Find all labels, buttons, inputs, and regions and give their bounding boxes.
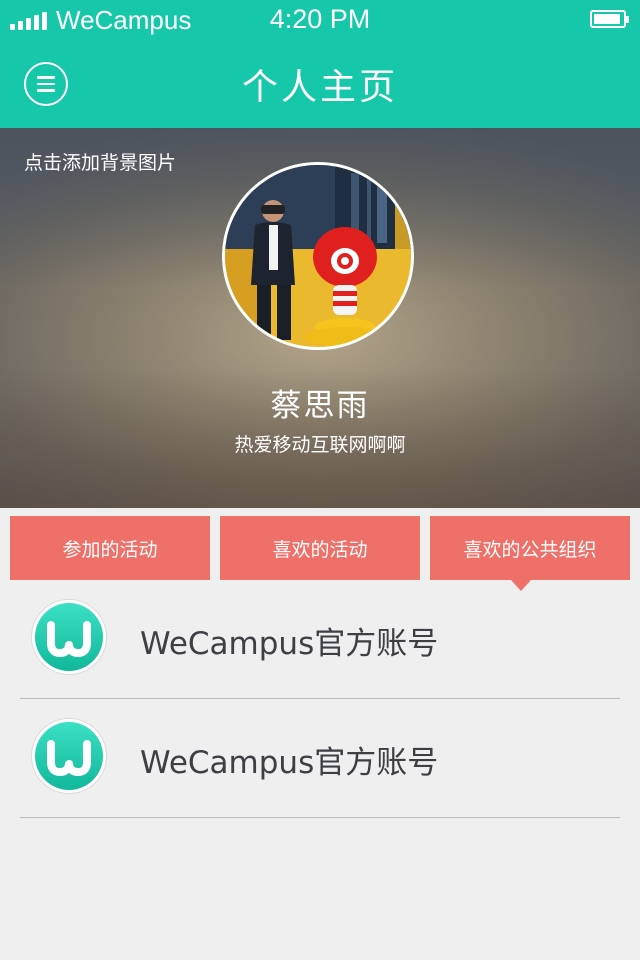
add-background-button[interactable]: 点击添加背景图片 bbox=[24, 148, 176, 175]
tab-liked-activities[interactable]: 喜欢的活动 bbox=[220, 516, 420, 580]
wecampus-logo-icon bbox=[32, 600, 106, 674]
tab-bar: 参加的活动 喜欢的活动 喜欢的公共组织 bbox=[10, 516, 630, 580]
tab-liked-organizations[interactable]: 喜欢的公共组织 bbox=[430, 516, 630, 580]
profile-header: 点击添加背景图片 蔡思雨 热爱移动互联网啊啊 bbox=[0, 128, 640, 508]
tab-joined-activities[interactable]: 参加的活动 bbox=[10, 516, 210, 580]
nav-bar: 个人主页 bbox=[0, 40, 640, 128]
profile-bio: 热爱移动互联网啊啊 bbox=[234, 434, 406, 456]
list-item[interactable]: WeCampus官方账号 bbox=[20, 580, 620, 699]
organization-name: WeCampus官方账号 bbox=[140, 745, 439, 781]
organization-list: WeCampus官方账号 WeCampus官方账号 bbox=[20, 580, 620, 818]
list-item[interactable]: WeCampus官方账号 bbox=[20, 699, 620, 818]
status-bar: WeCampus 4:20 PM bbox=[0, 0, 640, 40]
page-title: 个人主页 bbox=[241, 67, 398, 108]
status-time: 4:20 PM bbox=[269, 4, 371, 34]
wecampus-logo-icon bbox=[32, 719, 106, 793]
avatar[interactable] bbox=[222, 162, 414, 350]
battery-icon bbox=[590, 10, 629, 28]
organization-name: WeCampus官方账号 bbox=[140, 626, 439, 662]
avatar-photo bbox=[225, 165, 411, 347]
profile-name: 蔡思雨 bbox=[270, 388, 370, 424]
